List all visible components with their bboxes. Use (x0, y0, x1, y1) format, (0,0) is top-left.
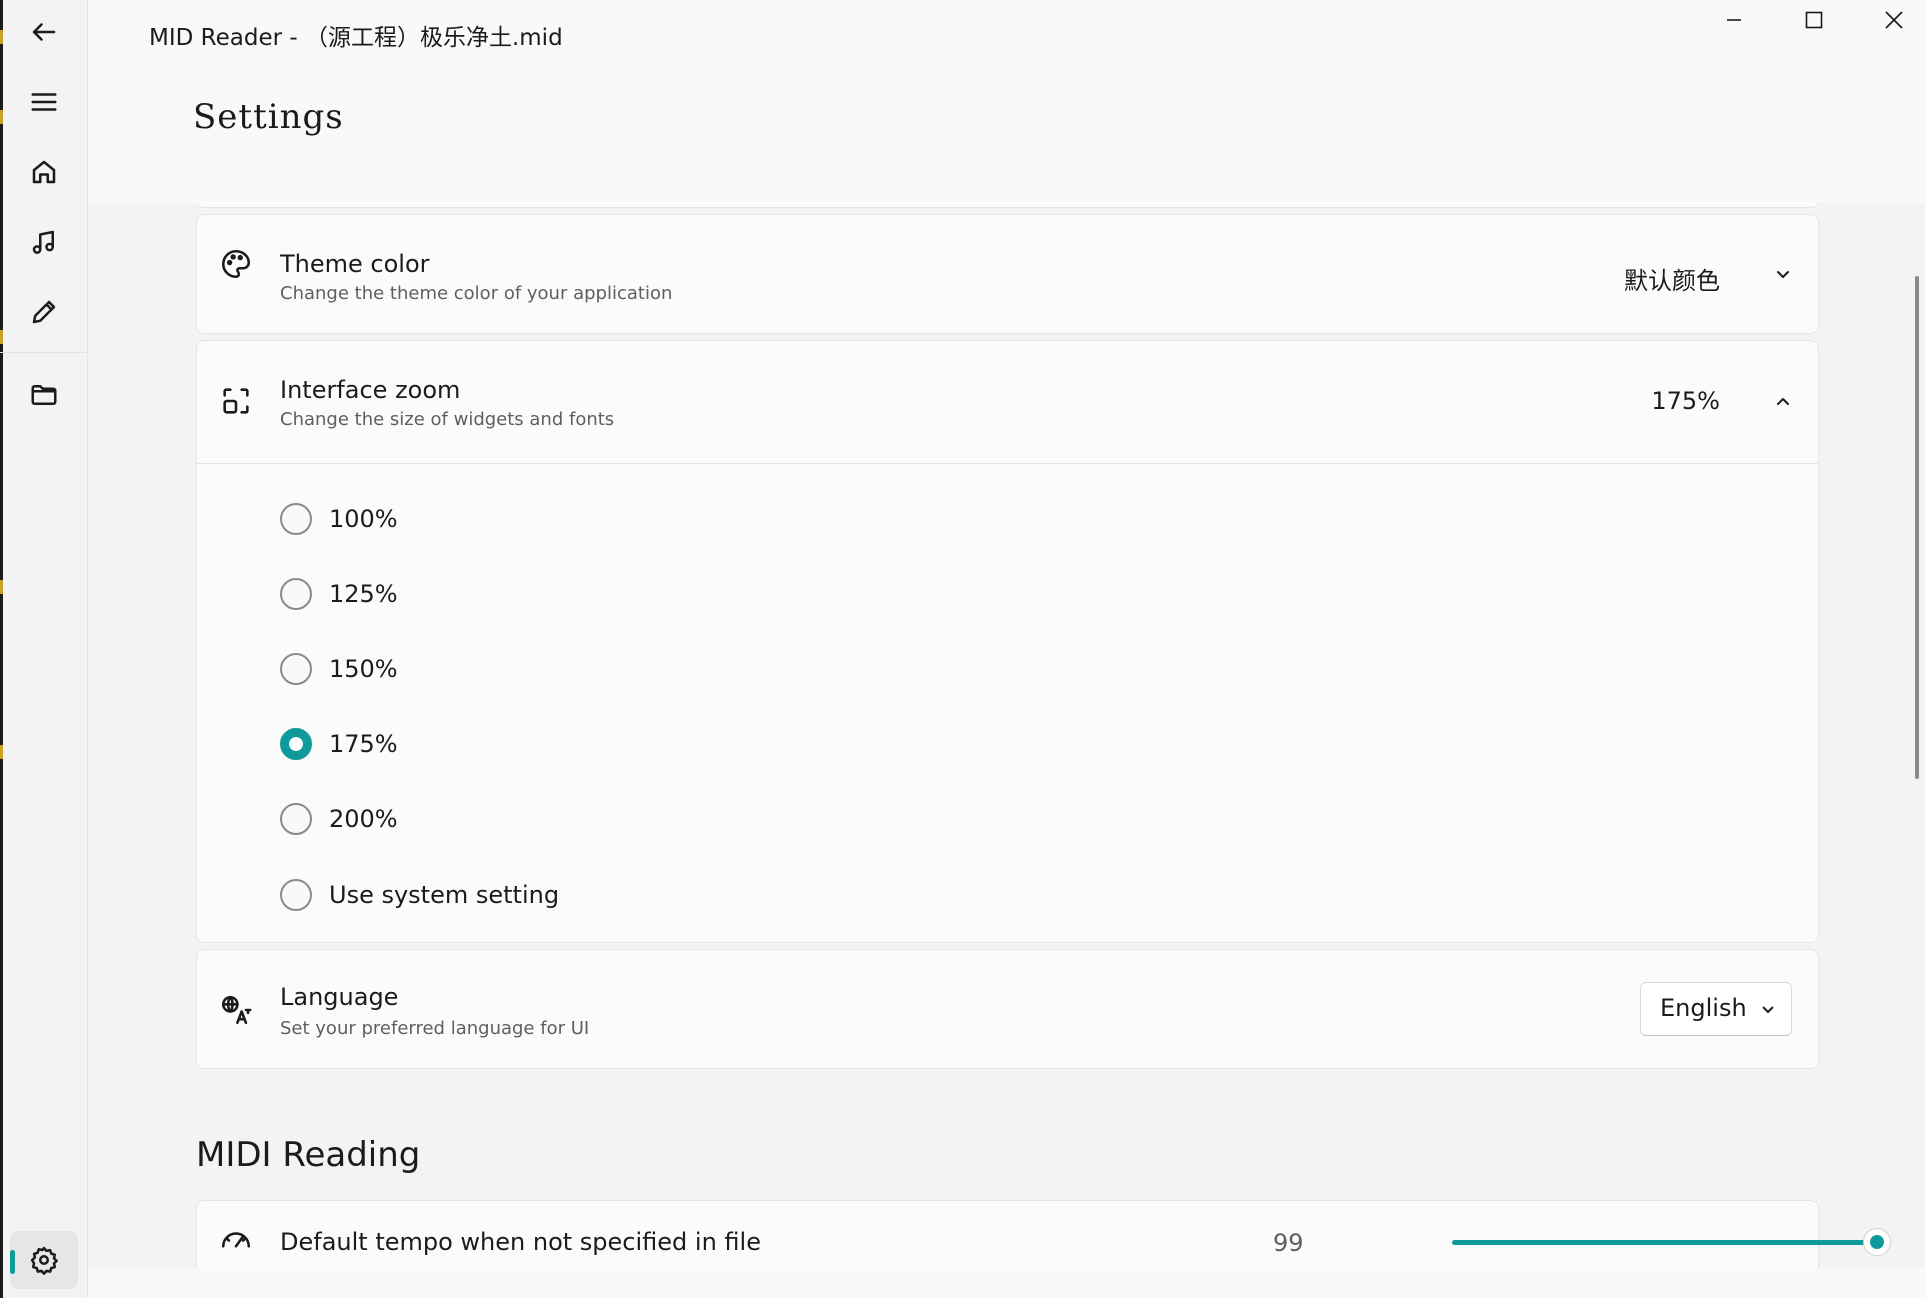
nav-item-settings[interactable] (10, 1231, 78, 1289)
nav-pane (0, 0, 88, 1298)
radio-button[interactable] (280, 578, 312, 610)
theme-color-title: Theme color (280, 250, 430, 278)
nav-selection-indicator (10, 1250, 15, 1274)
metronome-icon (219, 1225, 253, 1259)
theme-color-subtitle: Change the theme color of your applicati… (280, 283, 673, 304)
menu-button[interactable] (10, 73, 78, 131)
edge-marker (0, 580, 3, 594)
hamburger-menu-icon (31, 93, 57, 111)
maximize-icon (1805, 11, 1823, 29)
zoom-option-125[interactable]: 125% (280, 574, 398, 614)
edge-marker (0, 330, 3, 344)
nav-item-home[interactable] (10, 143, 78, 201)
language-title: Language (280, 983, 399, 1011)
nav-item-folder[interactable] (10, 366, 78, 424)
close-icon (1885, 11, 1903, 29)
expander-divider (197, 463, 1818, 464)
theme-color-card[interactable]: Theme color Change the theme color of yo… (196, 214, 1819, 334)
tempo-slider-thumb[interactable] (1863, 1228, 1891, 1256)
back-arrow-icon (32, 23, 56, 41)
radio-button[interactable] (280, 653, 312, 685)
chevron-down-icon (1759, 1000, 1777, 1018)
zoom-fit-icon (219, 384, 253, 418)
close-button[interactable] (1854, 0, 1925, 40)
gear-icon (30, 1246, 58, 1275)
home-icon (32, 160, 56, 184)
radio-button[interactable] (280, 503, 312, 535)
zoom-option-100[interactable]: 100% (280, 499, 398, 539)
radio-label: 175% (329, 730, 398, 758)
interface-zoom-subtitle: Change the size of widgets and fonts (280, 409, 615, 430)
pencil-icon (32, 300, 56, 324)
edge-marker (0, 745, 3, 759)
interface-zoom-title: Interface zoom (280, 376, 461, 404)
default-tempo-card: Default tempo when not specified in file… (196, 1200, 1891, 1268)
page-header: Settings (88, 66, 1925, 203)
app-window: MID Reader - （源工程）极乐净土.mid Settings Them… (0, 0, 1925, 1298)
language-card: Language Set your preferred language for… (196, 949, 1819, 1069)
edge-marker (0, 30, 3, 44)
tempo-slider-thumb-dot (1870, 1235, 1884, 1249)
radio-label: 150% (329, 655, 398, 683)
language-combobox[interactable]: English (1640, 982, 1792, 1036)
back-button[interactable] (10, 3, 78, 61)
language-selected: English (1660, 994, 1747, 1022)
nav-item-edit[interactable] (10, 283, 78, 341)
zoom-option-system[interactable]: Use system setting (280, 875, 559, 915)
default-tempo-value: 99 (1273, 1229, 1304, 1257)
radio-label: Use system setting (329, 881, 560, 909)
title-bar: MID Reader - （源工程）极乐净土.mid (88, 0, 1925, 66)
bottom-strip (88, 1268, 1925, 1298)
chevron-down-icon[interactable] (1772, 264, 1794, 286)
section-title-midi-reading: MIDI Reading (196, 1135, 421, 1175)
zoom-option-200[interactable]: 200% (280, 799, 398, 839)
theme-color-value: 默认颜色 (1624, 267, 1720, 295)
interface-zoom-card: Interface zoom Change the size of widget… (196, 340, 1819, 943)
page-title: Settings (193, 97, 344, 137)
radio-label: 100% (329, 505, 398, 533)
window-edge (0, 0, 3, 1298)
translate-icon (219, 993, 253, 1027)
radio-label: 125% (329, 580, 398, 608)
radio-button[interactable] (280, 879, 312, 911)
interface-zoom-value: 175% (1651, 387, 1720, 415)
default-tempo-title: Default tempo when not specified in file (280, 1228, 761, 1256)
radio-label: 200% (329, 805, 398, 833)
vertical-scrollbar[interactable] (1915, 276, 1919, 779)
nav-separator (0, 352, 87, 353)
nav-item-music[interactable] (10, 213, 78, 271)
previous-setting-card (196, 203, 1819, 208)
radio-button[interactable] (280, 803, 312, 835)
language-subtitle: Set your preferred language for UI (280, 1018, 590, 1039)
minimize-button[interactable] (1694, 0, 1774, 40)
tempo-slider-fill (1452, 1240, 1877, 1245)
zoom-option-175[interactable]: 175% (280, 724, 398, 764)
settings-content[interactable]: Theme color Change the theme color of yo… (88, 203, 1925, 1268)
music-note-icon (32, 230, 54, 254)
window-title: MID Reader - （源工程）极乐净土.mid (149, 25, 563, 51)
tempo-slider-track[interactable] (1452, 1240, 1877, 1245)
maximize-button[interactable] (1774, 0, 1854, 40)
zoom-option-150[interactable]: 150% (280, 649, 398, 689)
palette-icon (219, 247, 253, 281)
edge-marker (0, 110, 3, 124)
radio-button-checked[interactable] (280, 728, 312, 760)
folder-icon (31, 385, 57, 405)
chevron-up-icon[interactable] (1772, 390, 1794, 412)
minimize-icon (1727, 19, 1741, 21)
